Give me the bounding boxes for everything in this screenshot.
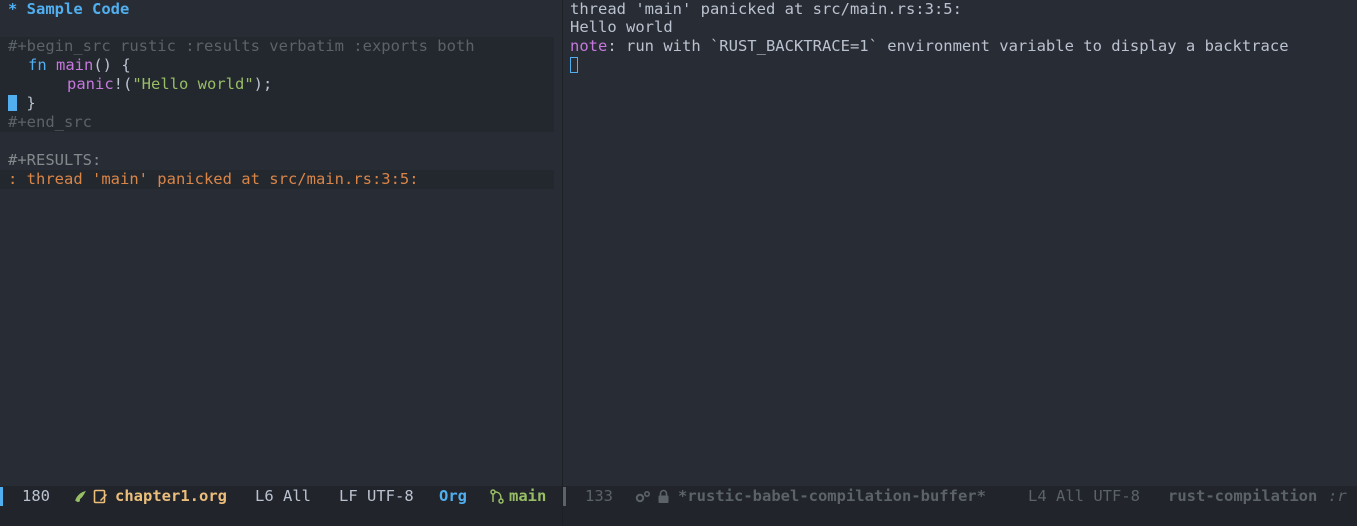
string-literal: "Hello world" <box>132 75 254 93</box>
org-buffer-window[interactable]: * Sample Code #+begin_src rustic :result… <box>0 0 562 486</box>
code-line-fn[interactable]: fn main() { <box>28 56 131 75</box>
cursor-line[interactable] <box>570 56 578 75</box>
modeline-right[interactable]: 133 *rustic-babel-compilation-buffer* L4… <box>563 486 1357 526</box>
output-line-hello[interactable]: Hello world <box>570 18 673 37</box>
file-edit-icon <box>93 489 108 508</box>
buffer-size: 133 <box>585 487 613 505</box>
cursor-position[interactable]: L6 All <box>255 486 311 507</box>
rust-icon <box>73 489 88 508</box>
git-branch-icon <box>490 489 504 508</box>
note-label: note <box>570 37 608 55</box>
result-line[interactable]: : thread 'main' panicked at src/main.rs:… <box>8 170 419 189</box>
cursor-position[interactable]: L4 All UTF-8 <box>1028 486 1140 507</box>
keyword-fn: fn <box>28 56 47 74</box>
lock-icon <box>657 489 670 508</box>
results-label[interactable]: #+RESULTS: <box>8 151 101 170</box>
panic-macro: panic <box>67 75 114 93</box>
git-branch[interactable]: main <box>509 486 546 507</box>
output-line-note[interactable]: note: run with `RUST_BACKTRACE=1` enviro… <box>570 37 1289 56</box>
code-line-close[interactable]: } <box>8 94 36 113</box>
file-name[interactable]: chapter1.org <box>115 486 227 507</box>
src-end-line[interactable]: #+end_src <box>8 113 92 132</box>
src-begin-line[interactable]: #+begin_src rustic :results verbatim :ex… <box>8 37 475 56</box>
active-window-indicator <box>0 487 3 506</box>
minor-mode[interactable]: :r <box>1328 486 1347 507</box>
buffer-size: 180 <box>22 487 50 505</box>
org-heading[interactable]: * Sample Code <box>8 0 129 19</box>
inactive-window-indicator <box>563 487 566 506</box>
code-line-panic[interactable]: panic!("Hello world"); <box>67 75 272 94</box>
modeline-left[interactable]: 180 chapter1.org L6 All LF UTF-8 Org mai… <box>0 486 562 526</box>
note-text: : run with `RUST_BACKTRACE=1` environmen… <box>607 37 1289 55</box>
major-mode[interactable]: Org <box>439 486 467 507</box>
signature-rest: () { <box>93 56 131 74</box>
function-name: main <box>56 56 94 74</box>
closing-brace: } <box>26 94 36 112</box>
encoding[interactable]: LF UTF-8 <box>339 486 414 507</box>
major-mode[interactable]: rust-compilation <box>1168 486 1317 507</box>
hollow-cursor <box>570 57 578 73</box>
compilation-buffer-window[interactable]: thread 'main' panicked at src/main.rs:3:… <box>563 0 1357 486</box>
buffer-name[interactable]: *rustic-babel-compilation-buffer* <box>678 486 986 507</box>
text-cursor <box>8 95 17 111</box>
macro-open: !( <box>113 75 133 93</box>
gear-icon <box>635 489 651 508</box>
output-line-panic[interactable]: thread 'main' panicked at src/main.rs:3:… <box>570 0 962 19</box>
call-end: ); <box>253 75 273 93</box>
